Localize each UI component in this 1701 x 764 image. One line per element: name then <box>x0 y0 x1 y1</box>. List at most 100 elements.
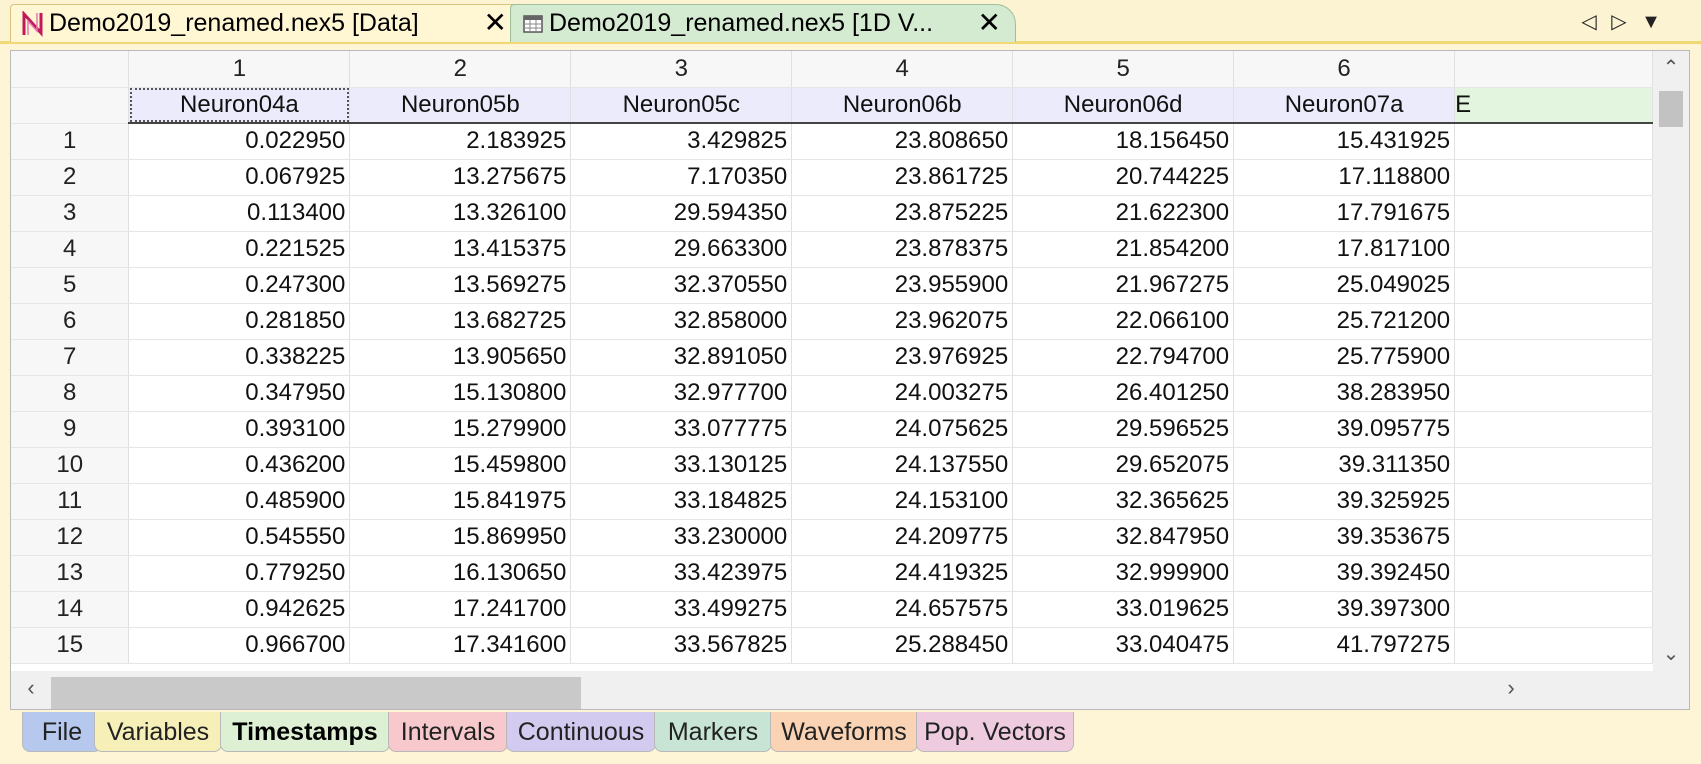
timestamp-cell[interactable] <box>1454 303 1653 340</box>
timestamp-cell[interactable]: 33.184825 <box>570 483 793 520</box>
timestamp-cell[interactable]: 2.183925 <box>349 123 572 160</box>
row-number-header[interactable]: 13 <box>11 555 130 592</box>
variable-name-header[interactable]: Neuron04a <box>128 87 351 124</box>
timestamp-cell[interactable]: 23.875225 <box>791 195 1014 232</box>
timestamp-cell[interactable]: 29.594350 <box>570 195 793 232</box>
column-number-header[interactable]: 1 <box>128 51 351 88</box>
timestamp-cell[interactable]: 15.459800 <box>349 447 572 484</box>
timestamp-cell[interactable]: 39.397300 <box>1233 591 1456 628</box>
timestamp-cell[interactable]: 21.622300 <box>1012 195 1235 232</box>
timestamp-cell[interactable]: 21.854200 <box>1012 231 1235 268</box>
timestamp-cell[interactable]: 0.113400 <box>128 195 351 232</box>
vertical-scrollbar[interactable]: ⌃ ⌄ <box>1653 51 1689 671</box>
timestamp-cell[interactable]: 13.326100 <box>349 195 572 232</box>
timestamp-cell[interactable]: 32.891050 <box>570 339 793 376</box>
timestamp-cell[interactable]: 3.429825 <box>570 123 793 160</box>
timestamp-cell[interactable]: 39.095775 <box>1233 411 1456 448</box>
timestamp-cell[interactable]: 0.393100 <box>128 411 351 448</box>
timestamp-cell[interactable]: 0.281850 <box>128 303 351 340</box>
timestamp-cell[interactable]: 24.153100 <box>791 483 1014 520</box>
timestamp-cell[interactable] <box>1454 447 1653 484</box>
column-number-header[interactable]: 6 <box>1233 51 1456 88</box>
variable-name-header[interactable]: Neuron06d <box>1012 87 1235 124</box>
timestamp-cell[interactable]: 24.075625 <box>791 411 1014 448</box>
horizontal-scroll-thumb[interactable] <box>51 677 581 709</box>
scroll-tabs-right-icon[interactable]: ▷ <box>1606 8 1632 36</box>
timestamp-cell[interactable]: 0.545550 <box>128 519 351 556</box>
timestamp-cell[interactable] <box>1454 195 1653 232</box>
variable-name-header[interactable]: Neuron05c <box>570 87 793 124</box>
timestamp-cell[interactable] <box>1454 339 1653 376</box>
timestamp-cell[interactable]: 22.794700 <box>1012 339 1235 376</box>
row-number-header[interactable]: 1 <box>11 123 130 160</box>
timestamp-cell[interactable]: 17.118800 <box>1233 159 1456 196</box>
timestamp-cell[interactable]: 33.230000 <box>570 519 793 556</box>
row-number-header[interactable]: 14 <box>11 591 130 628</box>
timestamp-cell[interactable]: 15.869950 <box>349 519 572 556</box>
timestamp-cell[interactable]: 13.415375 <box>349 231 572 268</box>
timestamp-cell[interactable]: 18.156450 <box>1012 123 1235 160</box>
timestamp-cell[interactable]: 33.130125 <box>570 447 793 484</box>
timestamp-cell[interactable] <box>1454 123 1653 160</box>
timestamp-cell[interactable]: 24.137550 <box>791 447 1014 484</box>
timestamp-cell[interactable]: 33.499275 <box>570 591 793 628</box>
timestamp-cell[interactable]: 22.066100 <box>1012 303 1235 340</box>
timestamp-cell[interactable] <box>1454 483 1653 520</box>
scroll-up-icon[interactable]: ⌃ <box>1653 55 1689 80</box>
timestamp-cell[interactable]: 41.797275 <box>1233 627 1456 664</box>
document-tab-1d-view[interactable]: Demo2019_renamed.nex5 [1D V... ✕ <box>510 4 1016 42</box>
row-number-header[interactable]: 7 <box>11 339 130 376</box>
timestamp-cell[interactable]: 0.485900 <box>128 483 351 520</box>
timestamp-cell[interactable] <box>1454 591 1653 628</box>
timestamp-cell[interactable]: 23.861725 <box>791 159 1014 196</box>
column-number-header[interactable]: 5 <box>1012 51 1235 88</box>
timestamp-cell[interactable]: 25.721200 <box>1233 303 1456 340</box>
close-tab-icon[interactable]: ✕ <box>978 7 1001 39</box>
scroll-down-icon[interactable]: ⌄ <box>1653 641 1689 666</box>
vertical-scroll-thumb[interactable] <box>1659 91 1683 127</box>
timestamp-cell[interactable] <box>1454 555 1653 592</box>
timestamp-cell[interactable]: 32.370550 <box>570 267 793 304</box>
column-number-header[interactable]: 2 <box>349 51 572 88</box>
tab-pop-vectors[interactable]: Pop. Vectors <box>916 712 1074 752</box>
timestamp-cell[interactable]: 39.392450 <box>1233 555 1456 592</box>
timestamp-cell[interactable]: 32.999900 <box>1012 555 1235 592</box>
document-tab-data[interactable]: Demo2019_renamed.nex5 [Data] ✕ <box>10 4 516 42</box>
tab-markers[interactable]: Markers <box>654 712 772 752</box>
row-number-header[interactable]: 2 <box>11 159 130 196</box>
timestamp-cell[interactable]: 33.040475 <box>1012 627 1235 664</box>
scroll-tabs-left-icon[interactable]: ◁ <box>1576 8 1602 36</box>
timestamp-cell[interactable]: 26.401250 <box>1012 375 1235 412</box>
timestamp-cell[interactable] <box>1454 159 1653 196</box>
timestamp-cell[interactable]: 32.847950 <box>1012 519 1235 556</box>
timestamp-cell[interactable]: 20.744225 <box>1012 159 1235 196</box>
row-number-header[interactable]: 9 <box>11 411 130 448</box>
timestamp-cell[interactable]: 15.279900 <box>349 411 572 448</box>
row-number-header[interactable]: 4 <box>11 231 130 268</box>
timestamp-cell[interactable]: 39.311350 <box>1233 447 1456 484</box>
column-number-header[interactable]: 4 <box>791 51 1014 88</box>
row-number-header[interactable]: 15 <box>11 627 130 664</box>
row-number-header[interactable]: 3 <box>11 195 130 232</box>
timestamp-cell[interactable] <box>1454 411 1653 448</box>
timestamp-cell[interactable]: 0.067925 <box>128 159 351 196</box>
timestamp-cell[interactable]: 25.775900 <box>1233 339 1456 376</box>
row-number-header[interactable]: 8 <box>11 375 130 412</box>
timestamp-cell[interactable]: 0.221525 <box>128 231 351 268</box>
timestamp-cell[interactable]: 25.288450 <box>791 627 1014 664</box>
timestamp-cell[interactable]: 24.209775 <box>791 519 1014 556</box>
timestamp-cell[interactable] <box>1454 231 1653 268</box>
row-number-header[interactable]: 5 <box>11 267 130 304</box>
timestamp-cell[interactable]: 29.652075 <box>1012 447 1235 484</box>
timestamp-cell[interactable]: 0.338225 <box>128 339 351 376</box>
timestamp-cell[interactable]: 0.436200 <box>128 447 351 484</box>
timestamp-cell[interactable] <box>1454 267 1653 304</box>
tab-variables[interactable]: Variables <box>94 712 222 752</box>
timestamp-cell[interactable]: 0.247300 <box>128 267 351 304</box>
timestamp-cell[interactable]: 39.325925 <box>1233 483 1456 520</box>
timestamp-cell[interactable]: 0.022950 <box>128 123 351 160</box>
timestamp-cell[interactable]: 0.779250 <box>128 555 351 592</box>
tab-waveforms[interactable]: Waveforms <box>770 712 918 752</box>
column-number-header[interactable] <box>1454 51 1653 88</box>
timestamp-cell[interactable]: 13.682725 <box>349 303 572 340</box>
